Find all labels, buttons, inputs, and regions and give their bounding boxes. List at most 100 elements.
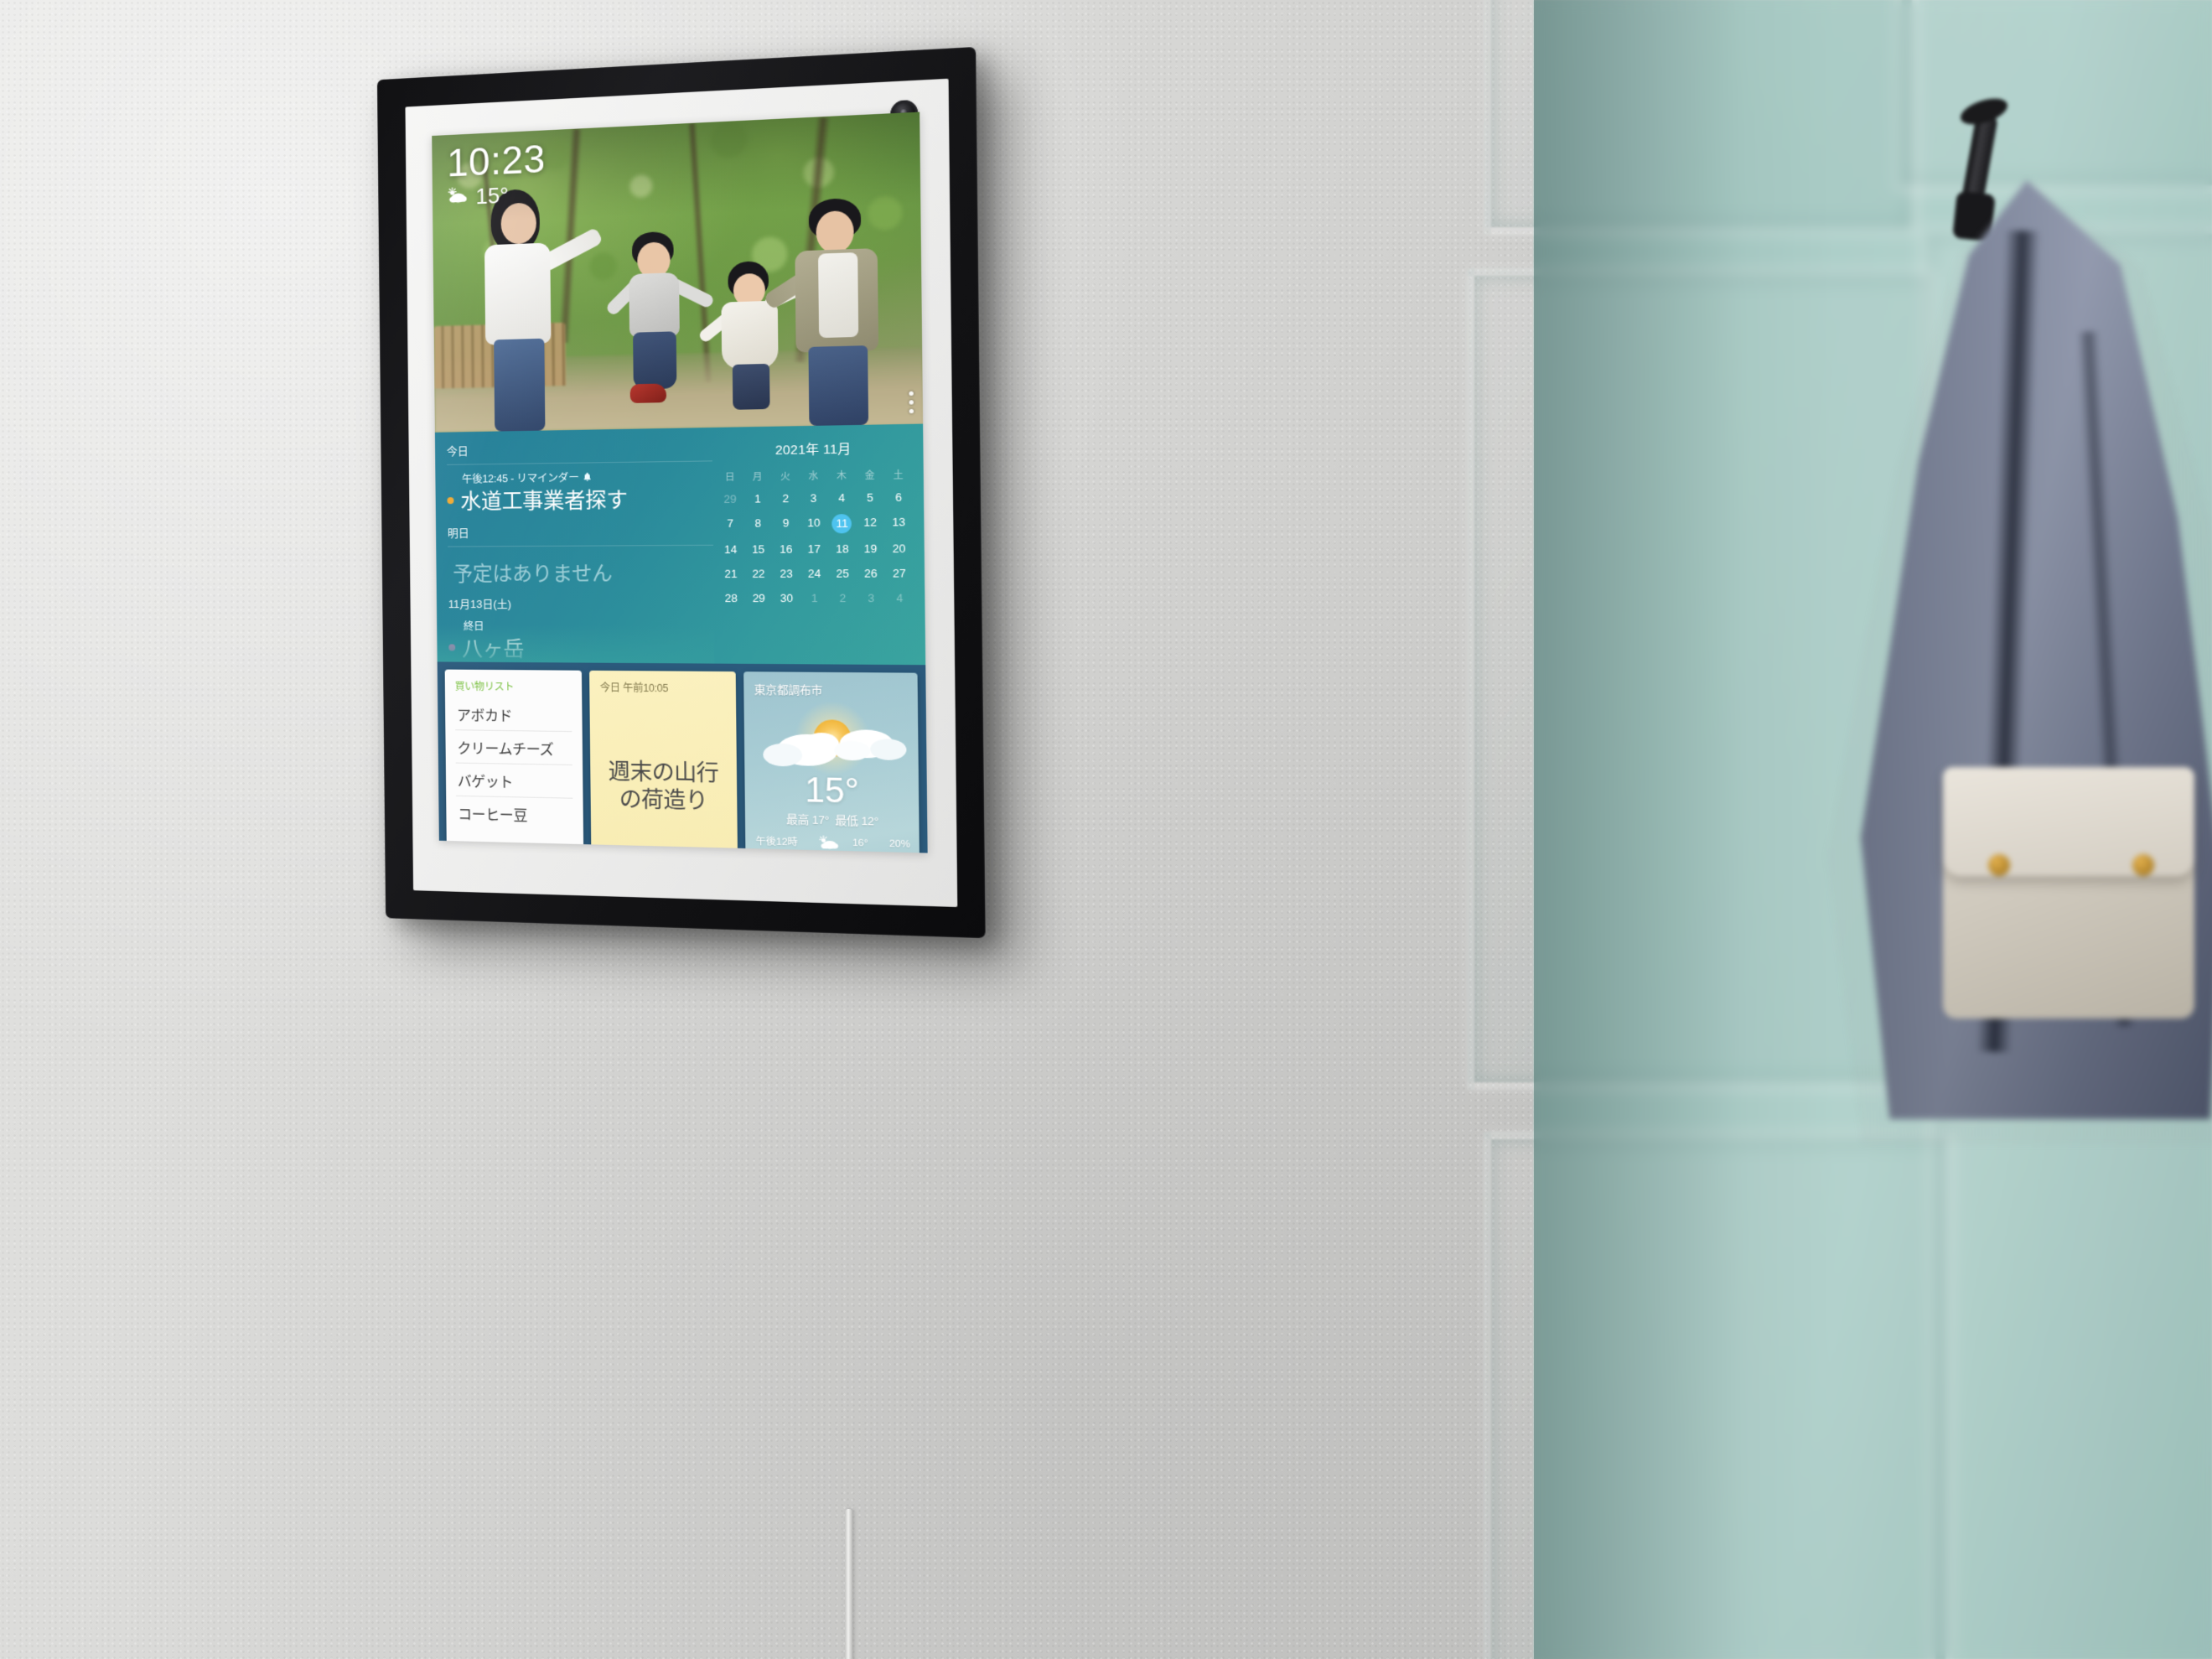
agenda-item-title: 水道工事業者探す (460, 488, 628, 515)
list-item[interactable]: バゲット (455, 763, 573, 799)
bell-icon (583, 471, 593, 481)
note-line-2: の荷造り (619, 785, 708, 814)
calendar-day[interactable]: 2 (829, 589, 857, 607)
agenda-item-meta: 終日 (463, 620, 484, 633)
weather-card[interactable]: 東京都調布市 15° 最高 17° 最低 12° 午後12時 16° 20% (743, 671, 920, 853)
calendar-widget[interactable]: 2021年 11月 日月火水木金土 29 1 2 3 4 5 6 7 8 9 10 11 12 13 14 15… (712, 424, 925, 666)
calendar-day[interactable]: 4 (827, 490, 856, 507)
shopping-list-title: 買い物リスト (454, 680, 515, 693)
weather-low: 最低 12° (835, 813, 879, 828)
partly-cloudy-icon (448, 186, 469, 208)
calendar-day[interactable]: 6 (884, 489, 913, 506)
calendar-day[interactable]: 12 (856, 514, 884, 533)
agenda-section-label: 11月13日(土) (448, 597, 512, 611)
calendar-weekday: 木 (836, 470, 847, 482)
calendar-day[interactable]: 10 (800, 514, 828, 533)
hourly-forecast-row: 午後3時16°10% (756, 852, 910, 853)
calendar-day[interactable]: 7 (717, 515, 744, 534)
calendar-day[interactable]: 17 (800, 541, 828, 558)
device-bezel: 10:23 15° 今日 午後12:45 - リマインダー 水道工事業者探す 明… (405, 78, 958, 908)
event-bullet (447, 497, 454, 505)
calendar-day[interactable]: 8 (744, 515, 772, 534)
sun-behind-cloud-icon (754, 698, 909, 785)
clock-time: 10:23 (447, 136, 547, 185)
event-bullet (448, 644, 456, 651)
note-text: 週末の山行 の荷造り (600, 695, 728, 853)
device-frame: 10:23 15° 今日 午後12:45 - リマインダー 水道工事業者探す 明… (376, 46, 986, 939)
calendar-weekday: 月 (752, 472, 763, 483)
calendar-day[interactable]: 3 (857, 589, 885, 607)
agenda-calendar-panel[interactable]: 今日 午後12:45 - リマインダー 水道工事業者探す 明日 予定はありません… (434, 423, 926, 666)
agenda-item[interactable]: 午後12:45 - リマインダー 水道工事業者探す (435, 467, 712, 516)
hourly-forecast-row: 午後12時 16° 20% (756, 834, 910, 852)
agenda-item-title: 八ヶ岳 (462, 637, 525, 662)
calendar-weekday: 土 (893, 469, 904, 481)
forecast-hour: 午後12時 (755, 836, 798, 848)
calendar-day[interactable]: 30 (773, 589, 801, 607)
calendar-weekday: 金 (864, 470, 875, 482)
note-timestamp: 今日 午前10:05 (599, 682, 669, 695)
display-screen: 10:23 15° 今日 午後12:45 - リマインダー 水道工事業者探す 明… (432, 111, 928, 853)
hourly-forecast-list: 午後12時16°20%午後3時16°10%午後6時14°15%午後9時13°25… (756, 834, 911, 853)
calendar-weekday: 水 (808, 471, 819, 482)
clock-widget[interactable]: 10:23 15° (447, 136, 547, 211)
calendar-day[interactable]: 22 (744, 565, 772, 583)
calendar-day-today[interactable]: 11 (828, 514, 857, 534)
calendar-day[interactable]: 13 (884, 513, 913, 532)
calendar-day[interactable]: 29 (716, 490, 743, 508)
calendar-title: 2021年 11月 (774, 442, 852, 459)
calendar-day[interactable]: 2 (771, 490, 800, 507)
room-scene: 10:23 15° 今日 午後12:45 - リマインダー 水道工事業者探す 明… (0, 0, 2212, 1659)
more-options-icon[interactable] (909, 391, 914, 414)
door-edge-shadow (1534, 0, 1836, 1659)
weather-city: 東京都調布市 (754, 682, 823, 697)
calendar-weekday: 日 (724, 472, 735, 484)
agenda-empty-message: 予定はありません (453, 562, 613, 586)
agenda-section-label: 明日 (447, 526, 469, 540)
agenda-section-label: 今日 (446, 444, 469, 458)
list-item[interactable]: コーヒー豆 (456, 796, 573, 832)
calendar-day[interactable]: 19 (857, 540, 885, 557)
calendar-day[interactable]: 16 (772, 541, 800, 558)
calendar-day[interactable]: 26 (857, 565, 885, 583)
partly-cloudy-icon (814, 835, 845, 850)
smart-display-device: 10:23 15° 今日 午後12:45 - リマインダー 水道工事業者探す 明… (376, 46, 986, 939)
forecast-temp: 16° (852, 837, 868, 849)
canvas-bag (1943, 767, 2194, 1019)
calendar-day[interactable]: 24 (800, 565, 829, 583)
clock-temperature: 15° (475, 182, 509, 210)
calendar-day[interactable]: 25 (828, 565, 857, 583)
calendar-day[interactable]: 15 (744, 541, 772, 558)
calendar-day[interactable]: 9 (772, 515, 800, 534)
door-panel (1894, 0, 2212, 193)
calendar-day[interactable]: 29 (745, 590, 773, 608)
sticky-note-card[interactable]: 今日 午前10:05 週末の山行 の荷造り (589, 670, 738, 853)
calendar-day[interactable]: 1 (800, 589, 829, 607)
list-item[interactable]: アボカド (454, 697, 572, 733)
calendar-day[interactable]: 4 (885, 589, 914, 607)
calendar-day[interactable]: 5 (856, 489, 884, 506)
agenda-list[interactable]: 今日 午後12:45 - リマインダー 水道工事業者探す 明日 予定はありません… (435, 428, 715, 664)
calendar-grid[interactable]: 日月火水木金土 29 1 2 3 4 5 6 7 8 9 10 11 12 13 14 15 16 17 18 19 20… (716, 468, 914, 608)
calendar-day[interactable]: 27 (885, 565, 914, 583)
calendar-day[interactable]: 3 (800, 490, 828, 507)
widget-card-row: 買い物リスト アボカド クリームチーズ バゲット コーヒー豆 今日 午前10:05 週… (437, 661, 928, 853)
photo-widget[interactable]: 10:23 15° (432, 111, 924, 433)
list-item[interactable]: クリームチーズ (455, 730, 573, 765)
power-cable (845, 1509, 852, 1659)
calendar-day[interactable]: 28 (717, 590, 745, 608)
calendar-weekday: 火 (780, 471, 790, 483)
forecast-precipitation: 20% (888, 838, 910, 850)
calendar-day[interactable]: 18 (828, 541, 857, 558)
weather-high-low: 最高 17° 最低 12° (755, 810, 909, 830)
shopping-list-card[interactable]: 買い物リスト アボカド クリームチーズ バゲット コーヒー豆 (444, 669, 584, 853)
weather-high: 最高 17° (785, 812, 830, 827)
calendar-day[interactable]: 14 (717, 541, 744, 558)
calendar-day[interactable]: 21 (717, 565, 744, 583)
calendar-day[interactable]: 23 (772, 565, 800, 583)
calendar-day[interactable]: 1 (743, 490, 771, 508)
agenda-item[interactable]: 終日 八ヶ岳 (437, 617, 714, 663)
calendar-day[interactable]: 20 (884, 540, 913, 557)
note-line-1: 週末の山行 (608, 758, 719, 786)
forecast-hour: 午後3時 (756, 852, 814, 853)
